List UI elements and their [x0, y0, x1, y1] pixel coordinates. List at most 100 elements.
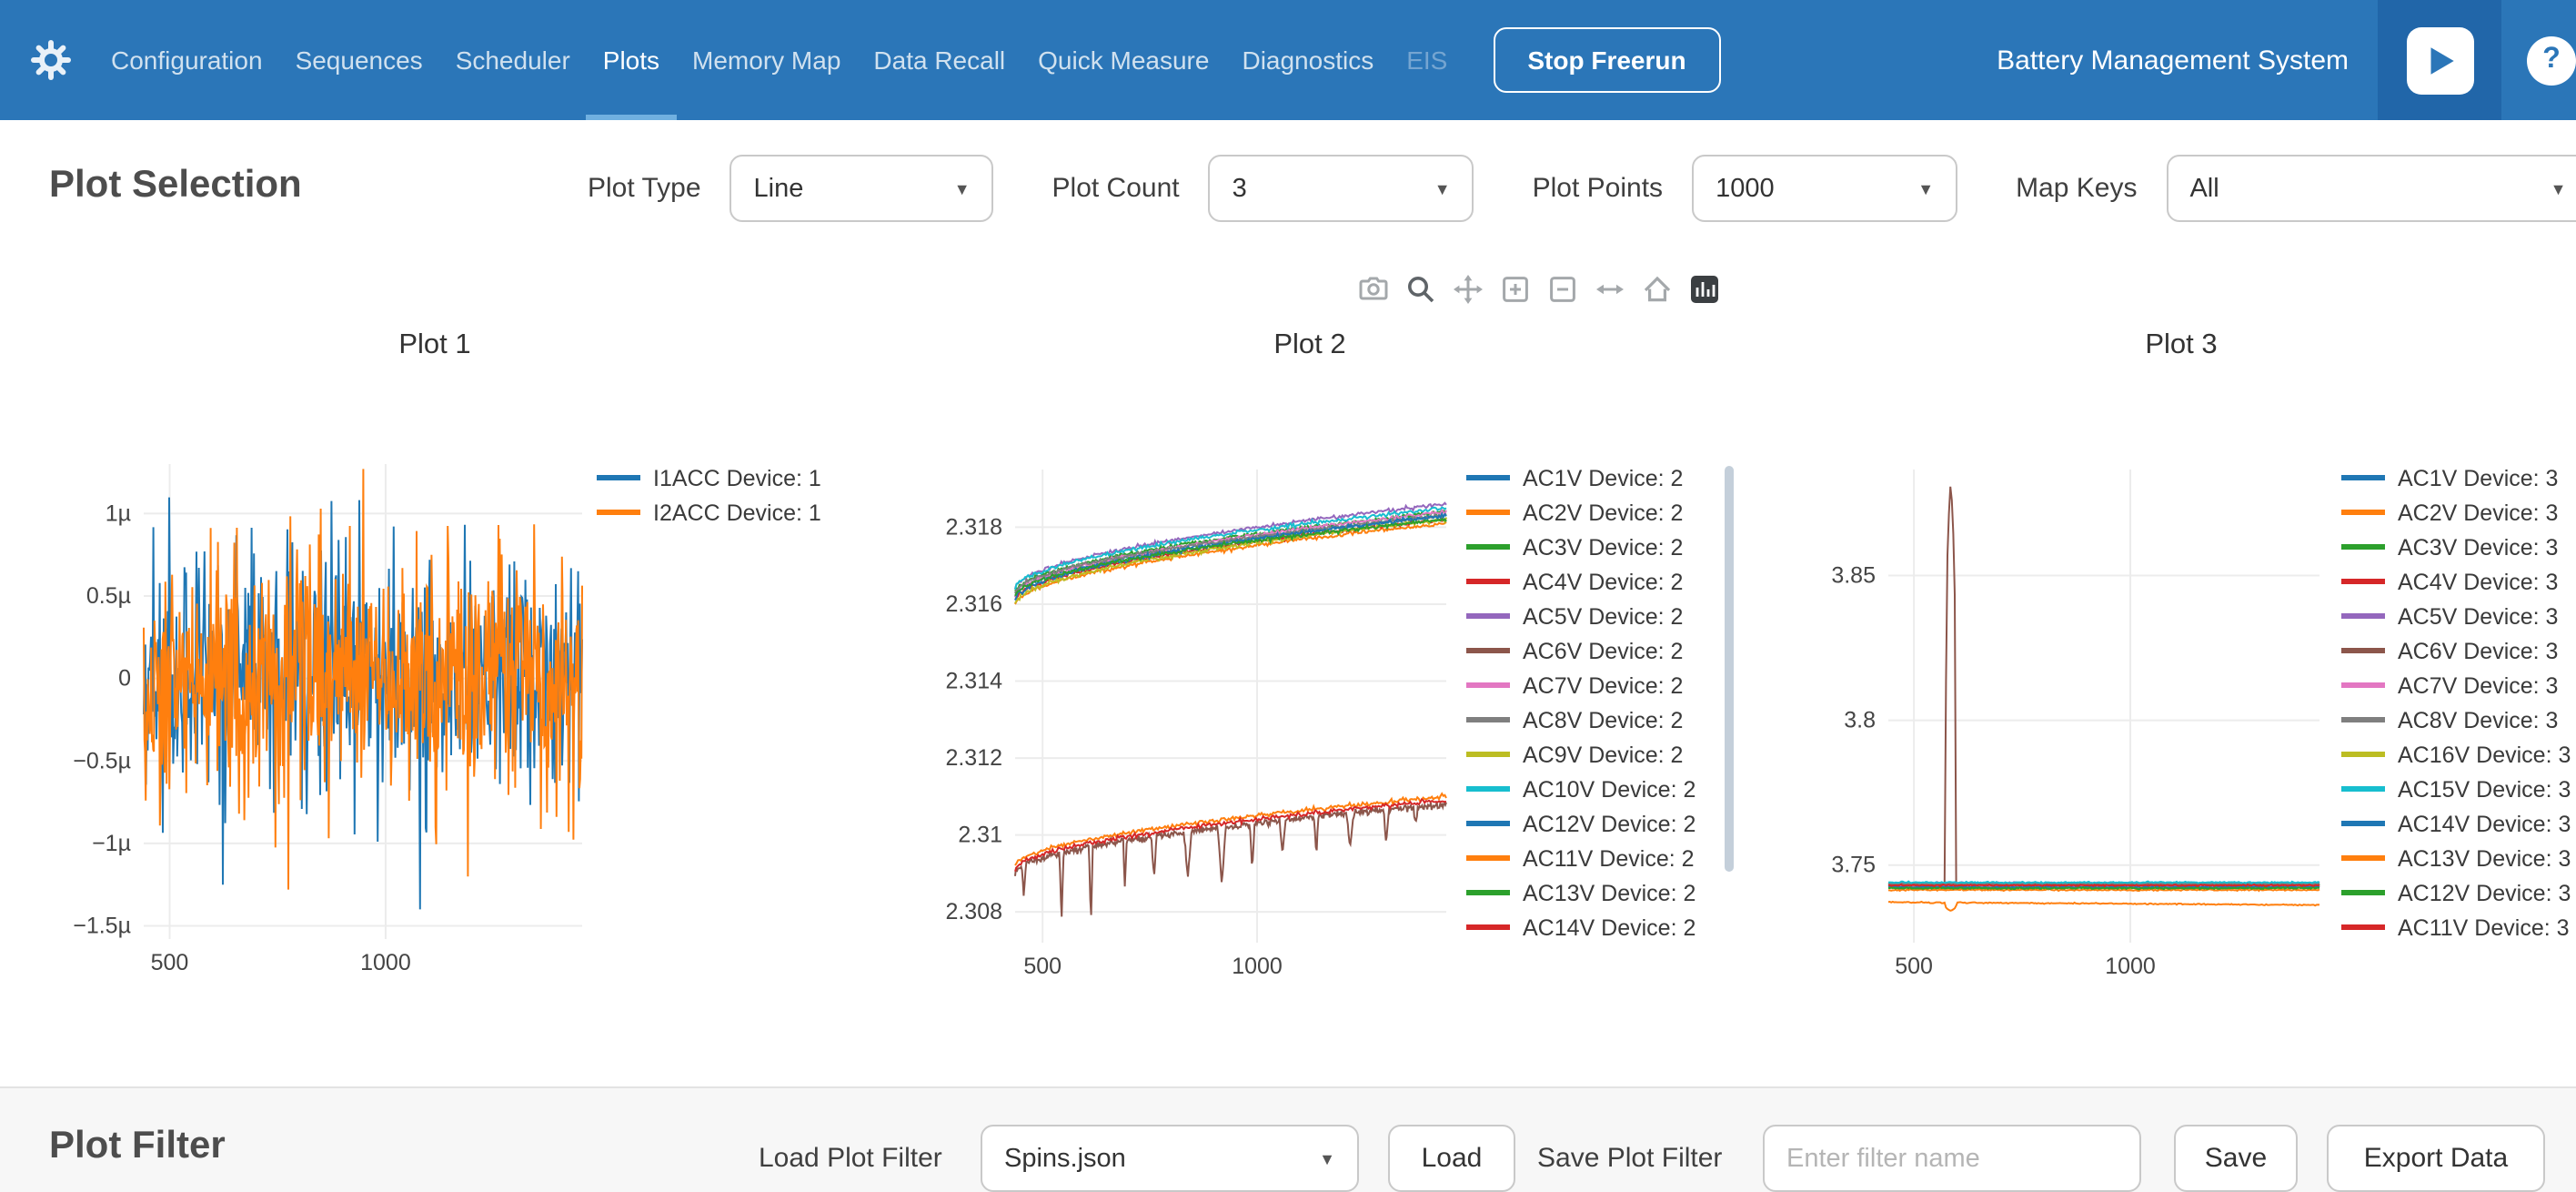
series-ac2v-device-3	[1888, 902, 2319, 911]
map-keys-select[interactable]: All ▼	[2166, 155, 2576, 222]
autoscale-icon[interactable]	[1592, 271, 1628, 308]
legend-item[interactable]: AC11V Device: 3	[2341, 910, 2571, 945]
zoom-icon[interactable]	[1403, 271, 1439, 308]
legend-label: AC5V Device: 2	[1523, 603, 1683, 629]
legend-item[interactable]: AC5V Device: 3	[2341, 599, 2571, 633]
legend-item[interactable]: AC3V Device: 2	[1466, 530, 1696, 564]
svg-text:1000: 1000	[360, 950, 411, 975]
nav-item-diagnostics[interactable]: Diagnostics	[1225, 0, 1390, 120]
load-button[interactable]: Load	[1388, 1125, 1515, 1192]
nav-item-configuration[interactable]: Configuration	[95, 0, 279, 120]
save-plot-filter-label: Save Plot Filter	[1537, 1125, 1722, 1192]
legend-item[interactable]: AC12V Device: 3	[2341, 875, 2571, 910]
legend-swatch	[2341, 891, 2385, 895]
reset-axes-home-icon[interactable]	[1639, 271, 1675, 308]
legend-label: AC5V Device: 3	[2398, 603, 2558, 629]
plot-2-canvas[interactable]: 2.3182.3162.3142.3122.312.3085001000	[910, 455, 1474, 1001]
legend-item[interactable]: AC3V Device: 3	[2341, 530, 2571, 564]
stop-freerun-button[interactable]: Stop Freerun	[1493, 27, 1720, 93]
legend-item[interactable]: AC5V Device: 2	[1466, 599, 1696, 633]
filter-name-input[interactable]	[1763, 1125, 2141, 1192]
legend-item[interactable]: AC2V Device: 2	[1466, 495, 1696, 530]
legend-item[interactable]: AC13V Device: 3	[2341, 841, 2571, 875]
nav-item-scheduler[interactable]: Scheduler	[439, 0, 587, 120]
camera-icon[interactable]	[1355, 271, 1392, 308]
legend-item[interactable]: AC14V Device: 2	[1466, 910, 1696, 945]
nav-item-plots[interactable]: Plots	[587, 0, 676, 120]
svg-text:2.31: 2.31	[958, 823, 1002, 848]
legend-item[interactable]: AC1V Device: 2	[1466, 460, 1696, 495]
legend-label: AC4V Device: 3	[2398, 569, 2558, 594]
help-icon[interactable]: ?	[2527, 35, 2576, 85]
save-button[interactable]: Save	[2174, 1125, 2298, 1192]
play-button[interactable]	[2378, 0, 2501, 120]
gear-icon	[29, 38, 73, 82]
legend-item[interactable]: AC16V Device: 3	[2341, 737, 2571, 772]
legend-item[interactable]: AC7V Device: 2	[1466, 668, 1696, 702]
legend-item[interactable]: AC6V Device: 3	[2341, 633, 2571, 668]
legend-item[interactable]: AC6V Device: 2	[1466, 633, 1696, 668]
nav-item-eis[interactable]: EIS	[1390, 0, 1464, 120]
legend-scrollbar[interactable]	[1725, 466, 1734, 872]
legend-item[interactable]: AC9V Device: 2	[1466, 737, 1696, 772]
legend-item[interactable]: AC12V Device: 2	[1466, 806, 1696, 841]
export-data-button[interactable]: Export Data	[2327, 1125, 2545, 1192]
legend-item[interactable]: AC1V Device: 3	[2341, 460, 2571, 495]
legend-item[interactable]: AC13V Device: 2	[1466, 875, 1696, 910]
legend-label: AC3V Device: 2	[1523, 534, 1683, 560]
legend-swatch	[2341, 614, 2385, 619]
legend-label: AC4V Device: 2	[1523, 569, 1683, 594]
svg-text:0.5µ: 0.5µ	[86, 583, 131, 609]
plot-selection-controls: Plot Type Line ▼ Plot Count 3 ▼ Plot Poi…	[588, 120, 2576, 257]
legend-swatch	[1466, 649, 1510, 653]
nav-item-quick-measure[interactable]: Quick Measure	[1021, 0, 1225, 120]
plot-points-select[interactable]: 1000 ▼	[1692, 155, 1957, 222]
legend-label: AC7V Device: 3	[2398, 672, 2558, 698]
legend-label: AC6V Device: 3	[2398, 638, 2558, 663]
zoom-in-icon[interactable]	[1497, 271, 1534, 308]
map-keys-control: Map Keys All ▼	[2016, 155, 2576, 222]
legend-item[interactable]: AC15V Device: 3	[2341, 772, 2571, 806]
legend-item[interactable]: I1ACC Device: 1	[597, 460, 821, 495]
legend-item[interactable]: AC8V Device: 2	[1466, 702, 1696, 737]
legend-item[interactable]: AC4V Device: 3	[2341, 564, 2571, 599]
filter-file-select[interactable]: Spins.json ▼	[981, 1125, 1359, 1192]
plot-type-select[interactable]: Line ▼	[730, 155, 994, 222]
legend-swatch	[1466, 580, 1510, 584]
svg-text:1000: 1000	[1232, 954, 1283, 979]
top-nav-bar: ConfigurationSequencesSchedulerPlotsMemo…	[0, 0, 2576, 120]
legend-item[interactable]: AC2V Device: 3	[2341, 495, 2571, 530]
svg-text:1000: 1000	[2105, 954, 2156, 979]
legend-item[interactable]: AC11V Device: 2	[1466, 841, 1696, 875]
legend-label: AC11V Device: 2	[1523, 845, 1695, 871]
nav-item-memory-map[interactable]: Memory Map	[676, 0, 857, 120]
plot-3-canvas[interactable]: 3.853.83.755001000	[1792, 455, 2338, 1001]
pan-icon[interactable]	[1450, 271, 1486, 308]
legend-label: AC10V Device: 2	[1523, 776, 1696, 802]
zoom-out-icon[interactable]	[1545, 271, 1581, 308]
svg-text:500: 500	[151, 950, 189, 975]
legend-label: AC13V Device: 3	[2398, 845, 2571, 871]
legend-item[interactable]: AC4V Device: 2	[1466, 564, 1696, 599]
legend-swatch	[1466, 891, 1510, 895]
caret-down-icon: ▼	[954, 179, 971, 197]
svg-text:0: 0	[118, 666, 131, 692]
svg-text:3.85: 3.85	[1831, 562, 1876, 588]
plot-count-label: Plot Count	[1052, 173, 1180, 204]
legend-swatch	[1466, 787, 1510, 792]
toggle-spikelines-icon[interactable]	[1686, 271, 1723, 308]
plot-count-select[interactable]: 3 ▼	[1209, 155, 1474, 222]
legend-item[interactable]: AC14V Device: 3	[2341, 806, 2571, 841]
legend-item[interactable]: I2ACC Device: 1	[597, 495, 821, 530]
caret-down-icon: ▼	[1434, 179, 1451, 197]
legend-item[interactable]: AC10V Device: 2	[1466, 772, 1696, 806]
legend-item[interactable]: AC7V Device: 3	[2341, 668, 2571, 702]
nav-item-sequences[interactable]: Sequences	[279, 0, 439, 120]
nav-item-data-recall[interactable]: Data Recall	[857, 0, 1021, 120]
settings-gear-icon[interactable]	[29, 38, 73, 82]
legend-item[interactable]: AC8V Device: 3	[2341, 702, 2571, 737]
legend-swatch	[2341, 925, 2385, 930]
legend-label: AC12V Device: 3	[2398, 880, 2571, 905]
legend-swatch	[2341, 580, 2385, 584]
plot-1-canvas[interactable]: 1µ0.5µ0−0.5µ−1µ−1.5µ5001000	[51, 455, 597, 1001]
